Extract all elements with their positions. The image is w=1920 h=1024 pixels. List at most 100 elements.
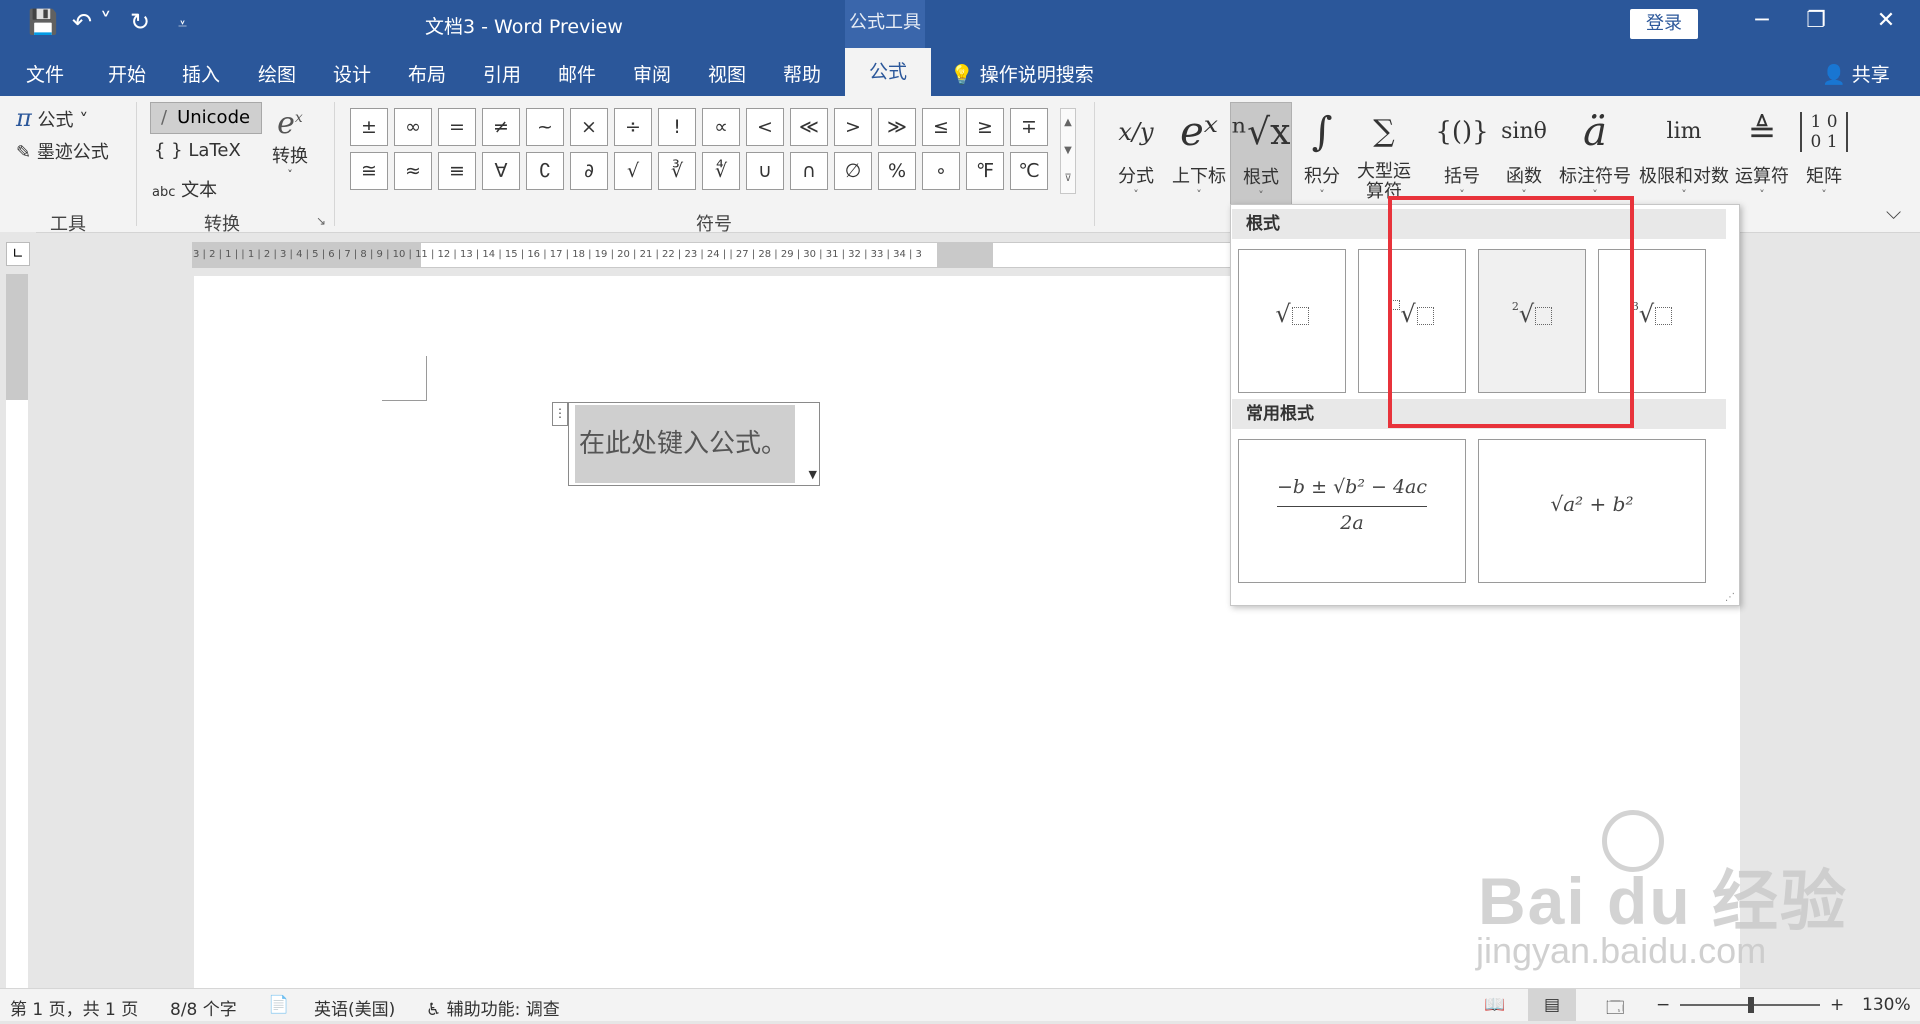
equation-options-icon[interactable]: ▼ [809, 468, 817, 481]
symbol-button[interactable]: ∩ [790, 152, 828, 190]
unicode-button[interactable]: / Unicode [150, 102, 262, 134]
close-icon[interactable]: ✕ [1866, 8, 1906, 33]
word-count[interactable]: 8/8 个字 [170, 995, 237, 1020]
tab-equation[interactable]: 公式 [845, 48, 932, 96]
minimize-icon[interactable]: ─ [1742, 8, 1782, 33]
symbol-button[interactable]: ℉ [966, 152, 1004, 190]
equation-placeholder[interactable]: 在此处键入公式。 [575, 405, 795, 483]
symbol-button[interactable]: < [746, 108, 784, 146]
symbol-button[interactable]: ∀ [482, 152, 520, 190]
symbol-button[interactable]: ≫ [878, 108, 916, 146]
radical-button[interactable]: ⁿ√x 根式 ˅ [1230, 102, 1292, 214]
redo-button[interactable]: ↻ [130, 8, 150, 36]
symbol-button[interactable]: ∅ [834, 152, 872, 190]
large-operator-button[interactable]: ∑ 大型运算符 [1354, 102, 1414, 202]
tab-view[interactable]: 视图 [708, 60, 746, 87]
tab-selector-icon[interactable]: ∟ [6, 242, 30, 266]
symbol-button[interactable]: ∪ [746, 152, 784, 190]
equation-box[interactable]: 在此处键入公式。 ▼ [568, 402, 820, 486]
matrix-button[interactable]: 1 00 1 矩阵 ˅ [1796, 102, 1852, 201]
symbol-button[interactable]: √ [614, 152, 652, 190]
symbol-button[interactable]: ∝ [702, 108, 740, 146]
symbol-button[interactable]: ∛ [658, 152, 696, 190]
symbol-button[interactable]: = [438, 108, 476, 146]
tab-home[interactable]: 开始 [108, 60, 146, 87]
symbol-button[interactable]: ℃ [1010, 152, 1048, 190]
symbol-button[interactable]: ≅ [350, 152, 388, 190]
accessibility-status[interactable]: ♿ 辅助功能: 调查 [426, 995, 560, 1020]
print-layout-icon[interactable]: ▤ [1544, 995, 1560, 1015]
tab-mailings[interactable]: 邮件 [558, 60, 596, 87]
radical-square-root[interactable]: √ [1238, 249, 1346, 393]
symbol-button[interactable]: ∂ [570, 152, 608, 190]
proofing-icon[interactable]: 📄 [268, 995, 289, 1015]
fraction-button[interactable]: x/y 分式 ˅ [1114, 102, 1158, 201]
symbol-button[interactable]: > [834, 108, 872, 146]
tell-me-search[interactable]: 💡 操作说明搜索 [950, 60, 1094, 87]
gallery-resize-grip[interactable]: ⋰ [1725, 592, 1735, 603]
undo-button[interactable]: ↶ ˅ [72, 8, 112, 36]
latex-button[interactable]: { } LaTeX [154, 140, 241, 161]
insert-equation-button[interactable]: π 公式 ˅ [16, 104, 88, 132]
symbol-button[interactable]: ± [350, 108, 388, 146]
pythagorean-root[interactable]: √a² + b² [1478, 439, 1706, 583]
symbol-button[interactable]: × [570, 108, 608, 146]
text-button[interactable]: abc 文本 [152, 176, 217, 202]
share-button[interactable]: 👤 共享 [1822, 60, 1890, 87]
symbol-button[interactable]: ≥ [966, 108, 1004, 146]
symbol-button[interactable]: ∞ [394, 108, 432, 146]
restore-icon[interactable]: ❐ [1796, 8, 1836, 33]
read-mode-icon[interactable]: 📖 [1484, 995, 1505, 1015]
equation-drag-handle[interactable]: ⋮ [552, 402, 568, 426]
tab-help[interactable]: 帮助 [783, 60, 821, 87]
script-button[interactable]: eˣ 上下标 ˅ [1170, 102, 1228, 201]
symbol-button[interactable]: ∜ [702, 152, 740, 190]
limit-icon: lim [1666, 119, 1702, 144]
login-button[interactable]: 登录 [1630, 9, 1698, 39]
operator-button[interactable]: ≜ 运算符 ˅ [1734, 102, 1790, 201]
accent-button[interactable]: ä 标注符号 ˅ [1556, 102, 1634, 201]
zoom-out-button[interactable]: − [1656, 995, 1670, 1015]
symbol-button[interactable]: ∁ [526, 152, 564, 190]
page-count[interactable]: 第 1 页，共 1 页 [10, 995, 138, 1020]
tab-references[interactable]: 引用 [483, 60, 521, 87]
customize-quick-access-icon[interactable]: ⩡ [178, 14, 187, 34]
zoom-in-button[interactable]: + [1830, 995, 1844, 1015]
symbol-button[interactable]: ≠ [482, 108, 520, 146]
symbol-button[interactable]: ~ [526, 108, 564, 146]
convert-button[interactable]: ex 转换 ˅ [272, 100, 308, 181]
tab-review[interactable]: 审阅 [633, 60, 671, 87]
sum-icon: ∑ [1373, 114, 1395, 149]
symbol-button[interactable]: ≈ [394, 152, 432, 190]
symbol-button[interactable]: ∓ [1010, 108, 1048, 146]
ink-equation-button[interactable]: ✎ 墨迹公式 [16, 138, 109, 164]
tab-layout[interactable]: 布局 [408, 60, 446, 87]
symbol-button[interactable]: ! [658, 108, 696, 146]
tab-draw[interactable]: 绘图 [258, 60, 296, 87]
ruler-numbers: 3 | 2 | 1 | | 1 | 2 | 3 | 4 | 5 | 6 | 7 … [193, 249, 922, 260]
tab-file[interactable]: 文件 [26, 60, 64, 87]
zoom-level[interactable]: 130% [1862, 995, 1911, 1015]
symbol-button[interactable]: ≡ [438, 152, 476, 190]
tab-insert[interactable]: 插入 [182, 60, 220, 87]
dialog-launcher-icon[interactable]: ↘ [316, 214, 326, 228]
collapse-ribbon-icon[interactable]: ⌵ [1886, 200, 1901, 224]
status-bar: 第 1 页，共 1 页 8/8 个字 📄 英语(美国) ♿ 辅助功能: 调查 📖… [0, 988, 1920, 1021]
symbol-button[interactable]: ÷ [614, 108, 652, 146]
quadratic-formula[interactable]: −b ± √b² − 4ac 2a [1238, 439, 1466, 583]
function-button[interactable]: sinθ 函数 ˅ [1496, 102, 1552, 201]
symbol-button[interactable]: ∘ [922, 152, 960, 190]
symbol-gallery-scroll[interactable]: ▲ ▼ ⊽ [1060, 108, 1076, 194]
accessibility-icon: ♿ [426, 1000, 447, 1020]
symbol-button[interactable]: ≤ [922, 108, 960, 146]
tab-design[interactable]: 设计 [333, 60, 371, 87]
vertical-ruler: ∟ [0, 232, 36, 988]
bracket-button[interactable]: {()} 括号 ˅ [1434, 102, 1490, 201]
language-status[interactable]: 英语(美国) [314, 995, 395, 1020]
save-icon[interactable]: 💾 [28, 8, 58, 36]
symbol-button[interactable]: % [878, 152, 916, 190]
limit-log-button[interactable]: lim 极限和对数 ˅ [1638, 102, 1730, 201]
integral-button[interactable]: ∫ 积分 ˅ [1298, 102, 1346, 201]
zoom-slider-thumb[interactable] [1748, 997, 1754, 1013]
symbol-button[interactable]: ≪ [790, 108, 828, 146]
